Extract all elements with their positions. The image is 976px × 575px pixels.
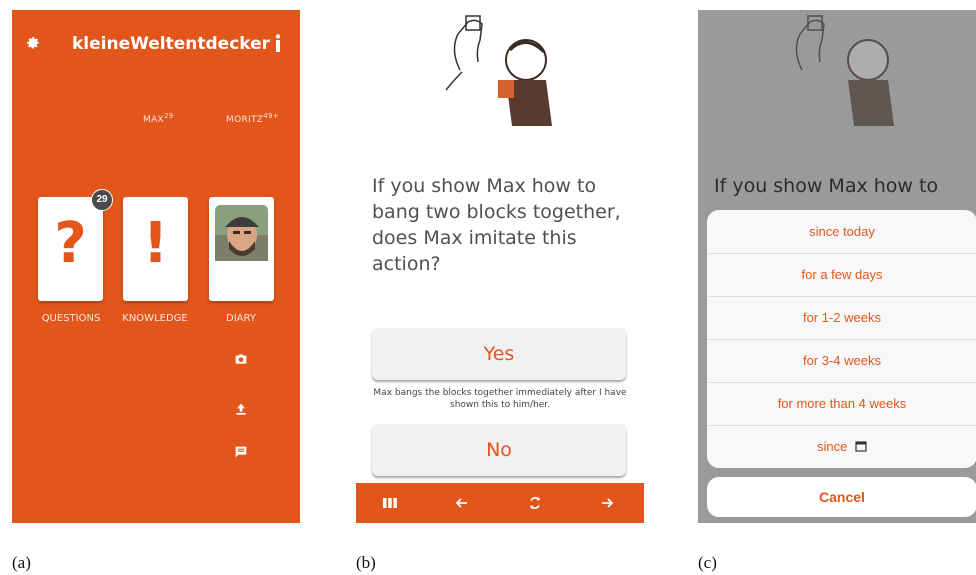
profile-name: MAX xyxy=(143,115,164,125)
baby-illustration xyxy=(445,15,552,126)
home-screen: kleineWeltentdecker MAX29 MORITZ49+ ? 29… xyxy=(12,10,300,523)
profile-age: 29 xyxy=(164,112,174,120)
profile-name: MORITZ xyxy=(226,115,264,125)
info-icon[interactable] xyxy=(274,34,282,52)
bottom-nav-bar xyxy=(356,483,644,523)
option-more-than-4-weeks[interactable]: for more than 4 weeks xyxy=(707,382,976,426)
menu-icon[interactable] xyxy=(382,495,398,511)
profile-tab-max[interactable]: MAX29 xyxy=(143,112,174,125)
caption-a: (a) xyxy=(12,553,31,572)
camera-icon[interactable] xyxy=(233,351,249,367)
knowledge-card[interactable]: ! xyxy=(123,197,188,301)
diary-label: DIARY xyxy=(226,313,256,324)
gear-icon[interactable] xyxy=(25,35,41,51)
comment-icon[interactable] xyxy=(233,444,249,460)
profile-tab-moritz[interactable]: MORITZ49+ xyxy=(226,112,279,125)
duration-picker-screen: If you show Max how to since today for a… xyxy=(698,10,976,523)
diary-photo xyxy=(215,205,268,261)
arrow-left-icon[interactable] xyxy=(454,495,470,511)
no-button[interactable]: No xyxy=(372,424,626,476)
app-title: kleineWeltentdecker xyxy=(72,34,271,54)
profile-age: 49+ xyxy=(263,112,279,120)
questions-count-badge: 29 xyxy=(91,189,113,211)
option-few-days[interactable]: for a few days xyxy=(707,253,976,297)
option-since-date[interactable]: since xyxy=(707,425,976,468)
duration-options-sheet: since today for a few days for 1-2 weeks… xyxy=(707,210,976,468)
option-1-2-weeks[interactable]: for 1-2 weeks xyxy=(707,296,976,340)
yes-button[interactable]: Yes xyxy=(372,328,626,380)
option-since-today[interactable]: since today xyxy=(707,210,976,254)
question-text-dimmed: If you show Max how to xyxy=(714,175,939,197)
cancel-button[interactable]: Cancel xyxy=(707,477,976,517)
option-since-label: since xyxy=(817,439,848,454)
exclamation-glyph: ! xyxy=(142,211,169,276)
upload-icon[interactable] xyxy=(233,401,249,417)
question-mark-glyph: ? xyxy=(54,211,87,276)
option-3-4-weeks[interactable]: for 3-4 weeks xyxy=(707,339,976,383)
baby-illustration xyxy=(795,15,894,126)
questions-label: QUESTIONS xyxy=(41,313,101,324)
caption-c: (c) xyxy=(698,553,717,572)
calendar-icon xyxy=(855,441,867,452)
diary-card[interactable] xyxy=(209,197,274,301)
question-screen: If you show Max how to bang two blocks t… xyxy=(356,10,644,523)
knowledge-label: KNOWLEDGE xyxy=(122,313,188,324)
question-text: If you show Max how to bang two blocks t… xyxy=(372,175,621,275)
refresh-icon[interactable] xyxy=(527,495,543,511)
caption-b: (b) xyxy=(356,553,376,572)
arrow-right-icon[interactable] xyxy=(599,495,615,511)
yes-hint: Max bangs the blocks together immediatel… xyxy=(373,388,627,410)
questions-card[interactable]: ? xyxy=(38,197,103,301)
